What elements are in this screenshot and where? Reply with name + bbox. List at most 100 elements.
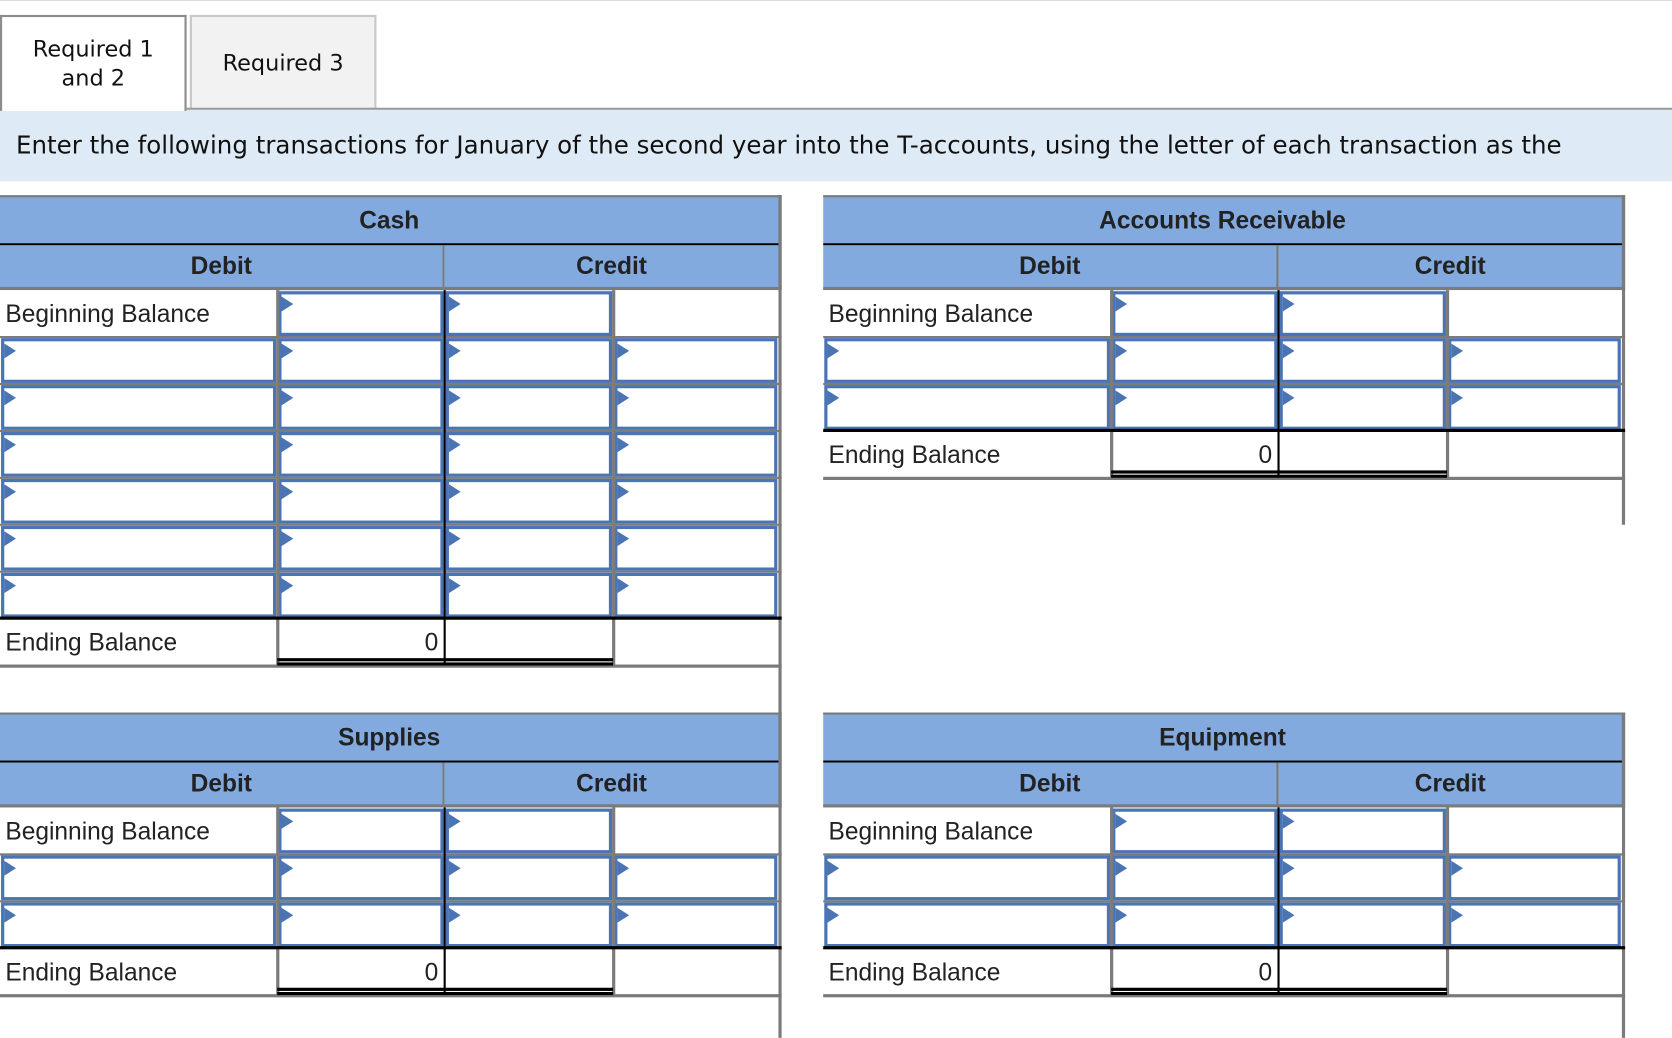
transaction-debit-amount-input[interactable] — [278, 432, 444, 477]
transaction-credit-amount-input[interactable] — [1448, 385, 1621, 430]
beginning-credit-label-input[interactable] — [445, 291, 613, 337]
beginning-balance-empty — [1447, 807, 1622, 855]
beginning-credit-label-input[interactable] — [1279, 808, 1446, 854]
beginning-balance-label: Beginning Balance — [823, 290, 1112, 338]
transaction-debit-amount-input[interactable] — [1112, 855, 1278, 901]
transaction-debit-amount-input[interactable] — [1112, 385, 1278, 430]
beginning-credit-label-input[interactable] — [1279, 291, 1446, 337]
account-right-border — [778, 195, 782, 713]
transaction-credit-label-input[interactable] — [1279, 338, 1446, 383]
transaction-credit-amount-input[interactable] — [614, 902, 778, 948]
transaction-debit-label-input[interactable] — [1, 572, 277, 618]
transaction-credit-label-input[interactable] — [445, 525, 613, 571]
transaction-debit-amount-input[interactable] — [278, 525, 444, 571]
transaction-debit-amount-input[interactable] — [278, 902, 444, 948]
transaction-debit-label-input[interactable] — [824, 385, 1111, 430]
debit-header: Debit — [0, 762, 445, 808]
account-bottom-border — [0, 995, 782, 998]
beginning-balance-empty — [613, 807, 779, 855]
t-account-cash: Cash Debit Credit Beginning Balance Ending B… — [0, 195, 782, 713]
ending-balance-label: Ending Balance — [823, 430, 1112, 478]
transaction-debit-label-input[interactable] — [824, 902, 1111, 948]
transaction-credit-amount-input[interactable] — [614, 385, 778, 430]
transaction-credit-label-input[interactable] — [445, 855, 613, 901]
transaction-credit-label-input[interactable] — [445, 478, 613, 524]
tab-required-1-and-2[interactable]: Required 1 and 2 — [0, 14, 187, 111]
transaction-debit-label-input[interactable] — [1, 855, 277, 901]
transaction-debit-amount-input[interactable] — [1112, 902, 1278, 948]
transaction-debit-label-input[interactable] — [1, 385, 277, 430]
beginning-balance-label: Beginning Balance — [0, 290, 278, 338]
transaction-credit-amount-input[interactable] — [614, 432, 778, 477]
transaction-credit-label-input[interactable] — [445, 432, 613, 477]
column-divider — [1110, 290, 1114, 478]
ending-balance-empty — [1447, 430, 1622, 478]
column-divider — [612, 290, 616, 666]
account-right-border — [778, 712, 782, 1038]
credit-header: Credit — [1278, 762, 1626, 808]
t-account-accounts-receivable: Accounts Receivable Debit Credit Beginning … — [823, 195, 1626, 525]
beginning-debit-input[interactable] — [278, 808, 444, 854]
ending-divider — [0, 616, 782, 620]
transaction-credit-amount-input[interactable] — [614, 572, 778, 618]
transaction-credit-amount-input[interactable] — [614, 855, 778, 901]
account-bottom-border — [823, 995, 1626, 998]
transaction-credit-amount-input[interactable] — [1448, 338, 1621, 383]
top-divider — [0, 0, 1672, 2]
account-title: Accounts Receivable — [823, 195, 1626, 244]
ending-divider — [823, 946, 1626, 950]
ending-balance-label: Ending Balance — [0, 618, 278, 666]
transaction-credit-amount-input[interactable] — [1448, 902, 1621, 948]
transaction-debit-label-input[interactable] — [824, 855, 1111, 901]
transaction-credit-amount-input[interactable] — [614, 525, 778, 571]
t-center-divider — [1277, 290, 1280, 478]
transaction-credit-label-input[interactable] — [1279, 385, 1446, 430]
transaction-credit-label-input[interactable] — [445, 902, 613, 948]
transaction-credit-amount-input[interactable] — [1448, 855, 1621, 901]
tab-label-line1: Required 1 — [32, 36, 154, 62]
transaction-credit-label-input[interactable] — [1279, 855, 1446, 901]
ending-balance-label: Ending Balance — [0, 948, 278, 996]
account-title: Equipment — [823, 712, 1626, 761]
beginning-balance-label: Beginning Balance — [0, 807, 278, 855]
ending-double-underline — [1111, 987, 1448, 996]
account-title: Cash — [0, 195, 782, 244]
transaction-debit-amount-input[interactable] — [1112, 338, 1278, 383]
transaction-debit-label-input[interactable] — [824, 338, 1111, 383]
transaction-debit-amount-input[interactable] — [278, 338, 444, 383]
transaction-debit-label-input[interactable] — [1, 902, 277, 948]
account-bottom-border — [0, 665, 782, 668]
beginning-debit-input[interactable] — [278, 291, 444, 337]
transaction-debit-amount-input[interactable] — [278, 478, 444, 524]
column-divider — [1445, 807, 1450, 996]
transaction-credit-label-input[interactable] — [445, 338, 613, 383]
transaction-debit-amount-input[interactable] — [278, 385, 444, 430]
transaction-credit-amount-input[interactable] — [614, 478, 778, 524]
transaction-credit-label-input[interactable] — [445, 385, 613, 430]
beginning-debit-input[interactable] — [1112, 808, 1278, 854]
instructions-text: Enter the following transactions for Jan… — [15, 131, 1562, 160]
transaction-credit-label-input[interactable] — [1279, 902, 1446, 948]
column-divider — [1110, 807, 1114, 996]
column-divider — [1445, 290, 1450, 478]
tab-label: Required 3 — [222, 49, 344, 76]
t-center-divider — [443, 290, 446, 666]
ending-double-underline — [277, 987, 614, 996]
transaction-credit-label-input[interactable] — [445, 572, 613, 618]
transaction-debit-label-input[interactable] — [1, 525, 277, 571]
tab-required-3[interactable]: Required 3 — [189, 14, 377, 109]
debit-header: Debit — [0, 245, 445, 291]
transaction-debit-label-input[interactable] — [1, 478, 277, 524]
beginning-credit-label-input[interactable] — [445, 808, 613, 854]
instructions-banner: Enter the following transactions for Jan… — [0, 109, 1672, 182]
transaction-debit-label-input[interactable] — [1, 432, 277, 477]
ending-double-underline — [1111, 470, 1448, 478]
transaction-debit-amount-input[interactable] — [278, 572, 444, 618]
page: Required 1 and 2 Required 3 Enter the fo… — [0, 0, 1672, 1038]
transaction-debit-amount-input[interactable] — [278, 855, 444, 901]
debit-header: Debit — [823, 245, 1279, 291]
beginning-debit-input[interactable] — [1112, 291, 1278, 337]
transaction-credit-amount-input[interactable] — [614, 338, 778, 383]
transaction-debit-label-input[interactable] — [1, 338, 277, 383]
beginning-balance-empty — [613, 290, 779, 338]
